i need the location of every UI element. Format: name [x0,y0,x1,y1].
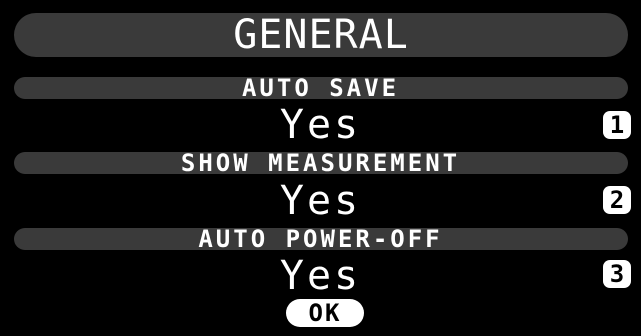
setting-value-auto-save[interactable]: Yes [0,104,641,146]
setting-label-auto-save: AUTO SAVE [241,74,400,102]
key-1-badge: 1 [603,111,631,139]
setting-label-show-measurement: SHOW MEASUREMENT [180,149,461,177]
title-bar: GENERAL [14,13,628,57]
setting-value-show-measurement[interactable]: Yes [0,180,641,222]
page-title: GENERAL [233,12,409,58]
setting-label-auto-power-off: AUTO POWER-OFF [198,225,443,253]
key-3-badge: 3 [603,260,631,288]
setting-value-auto-power-off[interactable]: Yes [0,255,641,297]
ok-button[interactable]: OK [286,299,364,327]
key-2-badge: 2 [603,186,631,214]
settings-screen: GENERAL AUTO SAVE Yes 1 SHOW MEASUREMENT… [0,0,641,336]
